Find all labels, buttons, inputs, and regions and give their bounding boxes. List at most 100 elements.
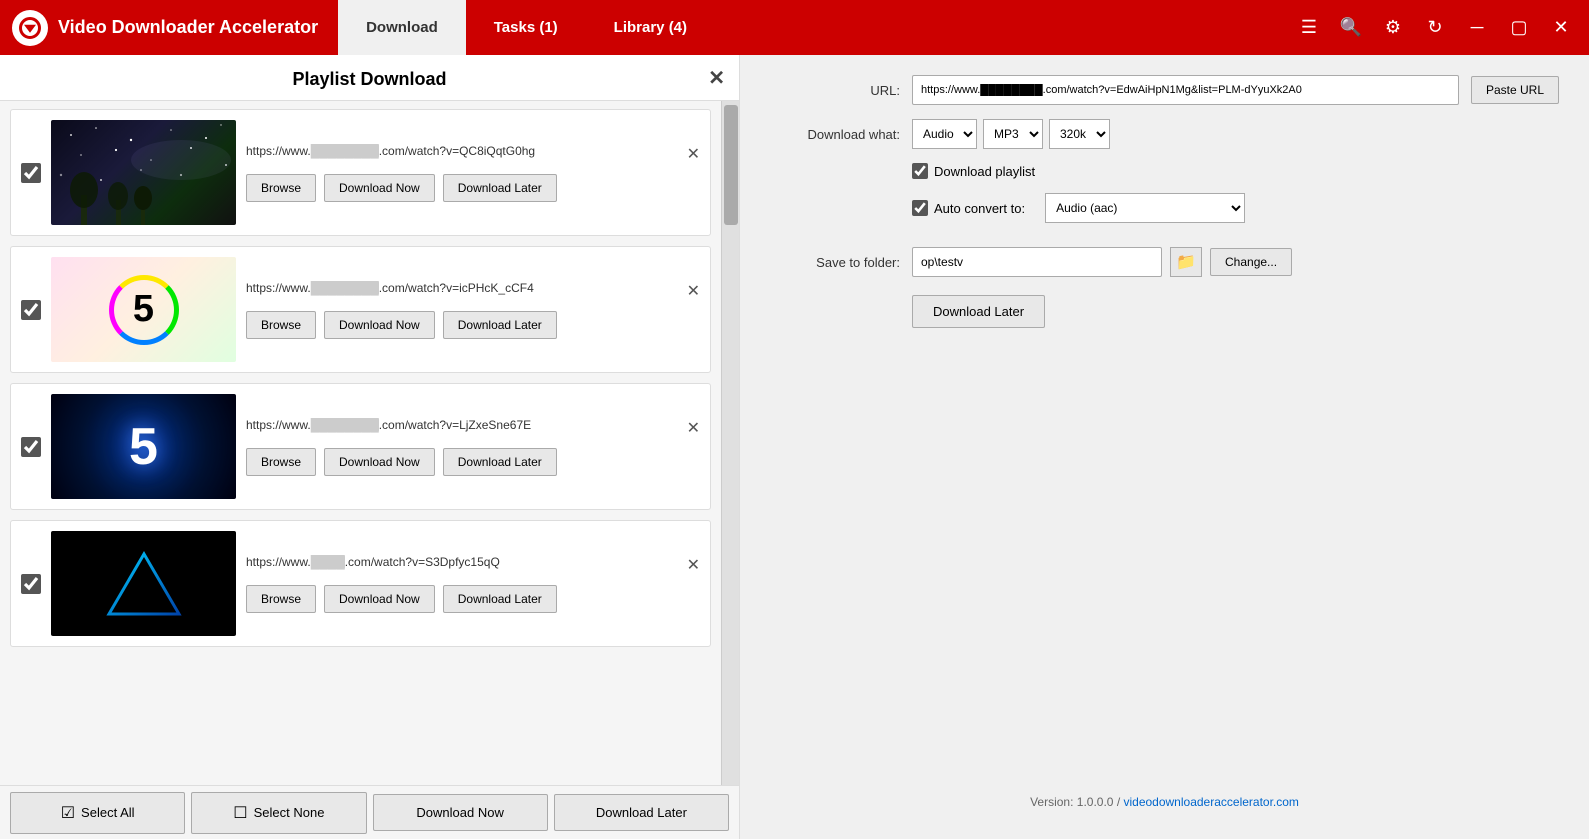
item-4-content: https://www.████.com/watch?v=S3Dpfyc15qQ… [246, 555, 700, 613]
item-4-url: https://www.████.com/watch?v=S3Dpfyc15qQ [246, 555, 500, 569]
playlist-item: https://www.████████.com/watch?v=QC8iQqt… [10, 109, 711, 236]
item-3-content: https://www.████████.com/watch?v=LjZxeSn… [246, 418, 700, 476]
download-playlist-label: Download playlist [934, 164, 1035, 179]
item-1-url: https://www.████████.com/watch?v=QC8iQqt… [246, 144, 535, 158]
item-2-checkbox[interactable] [21, 300, 41, 320]
item-4-browse-button[interactable]: Browse [246, 585, 316, 613]
playlist-title: Playlist Download [292, 69, 446, 89]
item-4-download-now-button[interactable]: Download Now [324, 585, 435, 613]
playlist-item: 5 https://www.████████.com/watch?v=LjZxe… [10, 383, 711, 510]
item-1-thumbnail [51, 120, 236, 225]
item-3-thumbnail: 5 [51, 394, 236, 499]
select-none-checkbox-icon: ☐ [233, 803, 247, 823]
version-text: Version: 1.0.0.0 [1030, 795, 1113, 809]
item-2-actions: Browse Download Now Download Later [246, 311, 700, 339]
left-panel: Playlist Download ✕ [0, 55, 740, 839]
panel-header: Playlist Download ✕ [0, 55, 739, 101]
minimize-icon[interactable]: ─ [1463, 17, 1491, 38]
refresh-icon[interactable]: ↻ [1421, 17, 1449, 38]
select-all-button[interactable]: ☑ Select All [10, 792, 185, 834]
url-input[interactable] [912, 75, 1459, 105]
item-2-download-now-button[interactable]: Download Now [324, 311, 435, 339]
scrollbar[interactable] [721, 101, 739, 785]
tab-library[interactable]: Library (4) [586, 0, 715, 55]
playlist-item: https://www.████.com/watch?v=S3Dpfyc15qQ… [10, 520, 711, 647]
version-link[interactable]: videodownloaderaccelerator.com [1123, 795, 1298, 809]
right-panel: URL: Paste URL Download what: Audio Vide… [740, 55, 1589, 839]
item-3-checkbox[interactable] [21, 437, 41, 457]
download-playlist-row: Download playlist [770, 163, 1559, 179]
app-name: Video Downloader Accelerator [58, 17, 318, 38]
tab-tasks[interactable]: Tasks (1) [466, 0, 586, 55]
main-layout: Playlist Download ✕ [0, 55, 1589, 839]
titlebar: Video Downloader Accelerator Download Ta… [0, 0, 1589, 55]
gear-icon[interactable]: ⚙ [1379, 17, 1407, 38]
item-2-thumb-number: 5 [109, 275, 179, 345]
auto-convert-select[interactable]: Audio (aac) [1045, 193, 1245, 223]
url-label: URL: [770, 83, 900, 98]
folder-browse-icon[interactable]: 📁 [1170, 247, 1202, 277]
paste-url-button[interactable]: Paste URL [1471, 76, 1559, 104]
save-folder-label: Save to folder: [770, 255, 900, 270]
search-icon[interactable]: 🔍 [1337, 17, 1365, 38]
bottom-download-now-button[interactable]: Download Now [373, 794, 548, 831]
scroll-thumb[interactable] [724, 105, 738, 225]
item-1-content: https://www.████████.com/watch?v=QC8iQqt… [246, 144, 700, 202]
quality-select[interactable]: 320k 256k 192k 128k [1049, 119, 1110, 149]
tab-download[interactable]: Download [338, 0, 466, 55]
item-4-download-later-button[interactable]: Download Later [443, 585, 557, 613]
item-2-download-later-button[interactable]: Download Later [443, 311, 557, 339]
item-3-download-later-button[interactable]: Download Later [443, 448, 557, 476]
app-logo [12, 10, 48, 46]
panel-close-icon[interactable]: ✕ [708, 65, 725, 90]
item-3-download-now-button[interactable]: Download Now [324, 448, 435, 476]
download-later-button[interactable]: Download Later [912, 295, 1045, 328]
item-1-url-row: https://www.████████.com/watch?v=QC8iQqt… [246, 144, 700, 164]
save-folder-input[interactable] [912, 247, 1162, 277]
auto-convert-checkbox[interactable] [912, 200, 928, 216]
item-4-remove-icon[interactable]: ✕ [687, 555, 700, 575]
download-playlist-checkbox[interactable] [912, 163, 928, 179]
item-4-url-row: https://www.████.com/watch?v=S3Dpfyc15qQ… [246, 555, 700, 575]
menu-icon[interactable]: ☰ [1295, 17, 1323, 38]
item-4-checkbox[interactable] [21, 574, 41, 594]
item-2-browse-button[interactable]: Browse [246, 311, 316, 339]
item-3-url-row: https://www.████████.com/watch?v=LjZxeSn… [246, 418, 700, 438]
item-1-download-now-button[interactable]: Download Now [324, 174, 435, 202]
item-3-browse-button[interactable]: Browse [246, 448, 316, 476]
close-icon[interactable]: ✕ [1547, 17, 1575, 38]
playlist-item: 5 https://www.████████.com/watch?v=icPHc… [10, 246, 711, 373]
version-row: Version: 1.0.0.0 / videodownloaderaccele… [770, 795, 1559, 819]
item-4-actions: Browse Download Now Download Later [246, 585, 700, 613]
item-2-content: https://www.████████.com/watch?v=icPHcK_… [246, 281, 700, 339]
auto-convert-label: Auto convert to: [934, 201, 1025, 216]
item-3-remove-icon[interactable]: ✕ [687, 418, 700, 438]
save-folder-row: Save to folder: 📁 Change... [770, 247, 1559, 277]
titlebar-controls: ☰ 🔍 ⚙ ↻ ─ ▢ ✕ [1295, 17, 1589, 38]
download-type-select[interactable]: Audio Video [912, 119, 977, 149]
item-1-browse-button[interactable]: Browse [246, 174, 316, 202]
select-all-checkbox-icon: ☑ [61, 803, 75, 823]
bottom-download-later-button[interactable]: Download Later [554, 794, 729, 831]
item-4-thumbnail [51, 531, 236, 636]
auto-convert-checkbox-row: Auto convert to: [912, 200, 1025, 216]
item-2-url-row: https://www.████████.com/watch?v=icPHcK_… [246, 281, 700, 301]
item-1-download-later-button[interactable]: Download Later [443, 174, 557, 202]
download-what-selects: Audio Video MP3 AAC WAV 320k 256k 192k 1… [912, 119, 1110, 149]
format-select[interactable]: MP3 AAC WAV [983, 119, 1043, 149]
item-3-thumb-number: 5 [129, 417, 158, 477]
maximize-icon[interactable]: ▢ [1505, 17, 1533, 38]
download-what-row: Download what: Audio Video MP3 AAC WAV 3… [770, 119, 1559, 149]
url-row: URL: Paste URL [770, 75, 1559, 105]
triangle-svg [104, 549, 184, 619]
item-2-url: https://www.████████.com/watch?v=icPHcK_… [246, 281, 534, 295]
item-1-remove-icon[interactable]: ✕ [687, 144, 700, 164]
download-playlist-checkbox-row: Download playlist [912, 163, 1035, 179]
item-1-actions: Browse Download Now Download Later [246, 174, 700, 202]
select-none-button[interactable]: ☐ Select None [191, 792, 366, 834]
item-2-remove-icon[interactable]: ✕ [687, 281, 700, 301]
change-button[interactable]: Change... [1210, 248, 1292, 276]
item-1-checkbox[interactable] [21, 163, 41, 183]
save-folder-controls: 📁 Change... [912, 247, 1292, 277]
item-3-url: https://www.████████.com/watch?v=LjZxeSn… [246, 418, 531, 432]
